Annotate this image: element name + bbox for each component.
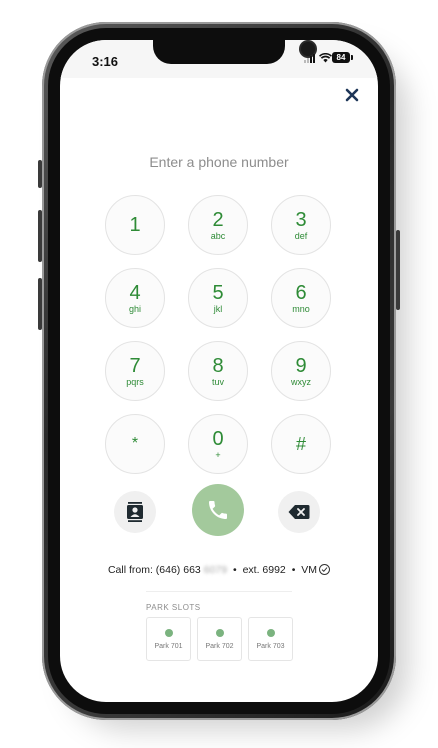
slot-status-dot	[266, 628, 275, 637]
voicemail-label: VM	[301, 564, 318, 576]
divider	[146, 591, 292, 592]
key-letters: jkl	[213, 303, 223, 314]
wifi-icon	[319, 53, 332, 63]
key-5[interactable]: 5 jkl	[188, 268, 248, 328]
power-button	[396, 230, 400, 310]
slot-label: Park 703	[256, 642, 285, 650]
key-9[interactable]: 9 wxyz	[271, 341, 331, 401]
park-slot-703[interactable]: Park 703	[248, 617, 293, 661]
key-digit: 0	[212, 427, 224, 450]
separator-bullet: •	[291, 564, 296, 576]
key-1[interactable]: 1	[105, 195, 165, 255]
key-letters: def	[294, 230, 308, 241]
key-2[interactable]: 2 abc	[188, 195, 248, 255]
key-digit: #	[295, 434, 306, 454]
phone-number-input[interactable]: Enter a phone number	[60, 154, 378, 170]
notch	[153, 40, 315, 64]
key-digit: *	[131, 435, 139, 452]
call-from-label: Call from:	[107, 564, 153, 576]
park-slot-702[interactable]: Park 702	[197, 617, 242, 661]
backspace-button[interactable]	[278, 491, 320, 533]
park-slot-701[interactable]: Park 701	[146, 617, 191, 661]
park-slots-list: Park 701 Park 702 Park 703	[146, 617, 293, 661]
status-icons	[304, 53, 332, 63]
call-from-line: Call from: (646) 663 6079 • ext. 6992 • …	[60, 564, 378, 576]
key-digit: 2	[212, 208, 224, 231]
extension: ext. 6992	[242, 564, 286, 576]
call-from-number[interactable]: (646) 663 6079	[156, 564, 230, 576]
phone-screen: 3:16 84 Enter a phone number 1 2 abc 3 d…	[60, 40, 378, 702]
status-time: 3:16	[92, 54, 119, 69]
park-slots-title: PARK SLOTS	[146, 603, 201, 612]
key-letters: pqrs	[126, 376, 144, 387]
key-letters: abc	[210, 230, 226, 241]
call-button[interactable]	[192, 484, 244, 536]
close-icon[interactable]	[342, 85, 362, 105]
battery-tip	[351, 55, 353, 60]
contacts-icon	[127, 502, 143, 522]
key-letters: ghi	[128, 303, 141, 314]
contacts-button[interactable]	[114, 491, 156, 533]
key-digit: 6	[295, 281, 307, 304]
battery-icon: 84	[332, 52, 350, 63]
key-digit: 9	[295, 354, 307, 377]
key-hash[interactable]: #	[271, 414, 331, 474]
key-letters: wxyz	[291, 376, 311, 387]
call-from-number-masked: 6079	[203, 564, 228, 576]
key-digit: 8	[212, 354, 224, 377]
silent-switch	[38, 160, 42, 188]
key-letters: tuv	[211, 376, 224, 387]
call-from-number-prefix: (646) 663	[155, 564, 201, 576]
volume-down-button	[38, 278, 42, 330]
key-digit: 1	[129, 214, 141, 236]
key-digit: 5	[212, 281, 224, 304]
key-star[interactable]: *	[105, 414, 165, 474]
key-4[interactable]: 4 ghi	[105, 268, 165, 328]
key-3[interactable]: 3 def	[271, 195, 331, 255]
volume-up-button	[38, 210, 42, 262]
phone-icon	[209, 501, 227, 519]
key-letters: +	[215, 449, 221, 460]
slot-label: Park 702	[205, 642, 234, 650]
key-0[interactable]: 0 +	[188, 414, 248, 474]
slot-status-dot	[215, 628, 224, 637]
backspace-icon	[288, 505, 310, 519]
separator-bullet: •	[232, 564, 237, 576]
key-7[interactable]: 7 pqrs	[105, 341, 165, 401]
key-digit: 4	[129, 281, 141, 304]
key-6[interactable]: 6 mno	[271, 268, 331, 328]
check-circle-icon	[319, 564, 331, 575]
key-digit: 3	[295, 208, 307, 231]
key-digit: 7	[129, 354, 141, 377]
signal-icon	[304, 53, 315, 63]
key-8[interactable]: 8 tuv	[188, 341, 248, 401]
slot-status-dot	[164, 628, 173, 637]
slot-label: Park 701	[154, 642, 183, 650]
key-letters: mno	[292, 303, 310, 314]
